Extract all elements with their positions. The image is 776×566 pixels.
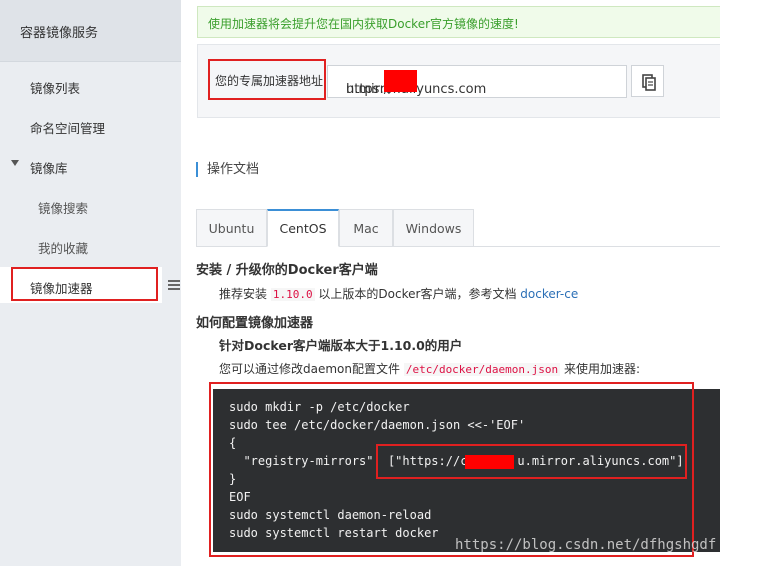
code-line-3: { (229, 436, 237, 450)
info-notice: 使用加速器将会提升您在国内获取Docker官方镜像的速度! (197, 6, 720, 38)
copy-icon (642, 74, 656, 91)
notice-text: 使用加速器将会提升您在国内获取Docker官方镜像的速度! (208, 17, 519, 31)
code-line-7: sudo systemctl daemon-reload (229, 508, 432, 522)
sidebar-item-namespace[interactable]: 命名空间管理 (30, 118, 105, 137)
sidebar-header: 容器镜像服务 (0, 0, 181, 62)
tab-windows[interactable]: Windows (393, 209, 474, 247)
docs-section-title: 操作文档 (196, 162, 259, 177)
code-line-2: sudo tee /etc/docker/daemon.json <<-'EOF… (229, 418, 526, 432)
mirror-line-prefix: "registry-mirrors": ["https://c (229, 454, 468, 468)
sidebar-item-accelerator[interactable]: 镜像加速器 (30, 278, 93, 297)
modify-text-after: 来使用加速器: (563, 362, 641, 376)
tab-mac[interactable]: Mac (339, 209, 393, 247)
caret-down-icon[interactable] (11, 160, 19, 166)
sidebar-item-repo[interactable]: 镜像库 (30, 158, 68, 177)
modify-text-before: 您可以通过修改daemon配置文件 (219, 362, 400, 376)
code-line-4: "registry-mirrors": ["https://c u.mirror.… (229, 454, 684, 468)
install-heading: 安装 / 升级你的Docker客户端 (196, 263, 378, 278)
install-version: 1.10.0 (270, 288, 315, 301)
install-text-before: 推荐安装 (219, 287, 268, 301)
config-heading: 如何配置镜像加速器 (196, 316, 314, 331)
code-line-8: sudo systemctl restart docker (229, 526, 439, 540)
accelerator-url-field[interactable]: https://u.mirror.aliyuncs.com (327, 65, 627, 98)
install-text: 推荐安装 1.10.0 以上版本的Docker客户端，参考文档 docker-c… (219, 285, 578, 302)
sidebar-item-image-list[interactable]: 镜像列表 (30, 78, 80, 97)
code-line-1: sudo mkdir -p /etc/docker (229, 400, 410, 414)
sidebar-item-image-search[interactable]: 镜像搜索 (38, 198, 88, 217)
copy-button[interactable] (631, 65, 664, 97)
sidebar: 容器镜像服务 镜像列表 命名空间管理 镜像库 镜像搜索 我的收藏 镜像加速器 (0, 0, 181, 566)
sidebar-title: 容器镜像服务 (20, 26, 99, 41)
install-text-after: 以上版本的Docker客户端，参考文档 (318, 287, 517, 301)
docker-ce-link[interactable]: docker-ce (520, 287, 578, 301)
os-tabs: Ubuntu CentOS Mac Windows (196, 209, 476, 247)
menu-collapse-icon[interactable] (168, 280, 180, 292)
sidebar-item-favorites[interactable]: 我的收藏 (38, 238, 88, 257)
tab-centos[interactable]: CentOS (267, 209, 339, 247)
daemon-file-path: /etc/docker/daemon.json (403, 363, 561, 376)
tab-ubuntu[interactable]: Ubuntu (196, 209, 267, 247)
mirror-line-suffix: u.mirror.aliyuncs.com"] (517, 454, 684, 468)
redaction-mark (384, 70, 417, 92)
code-line-5: } (229, 472, 237, 486)
code-line-6: EOF (229, 490, 251, 504)
version-heading: 针对Docker客户端版本大于1.10.0的用户 (219, 338, 463, 353)
code-redaction-mark (465, 455, 514, 469)
accelerator-label: 您的专属加速器地址 (215, 74, 324, 88)
modify-text: 您可以通过修改daemon配置文件 /etc/docker/daemon.jso… (219, 360, 640, 377)
